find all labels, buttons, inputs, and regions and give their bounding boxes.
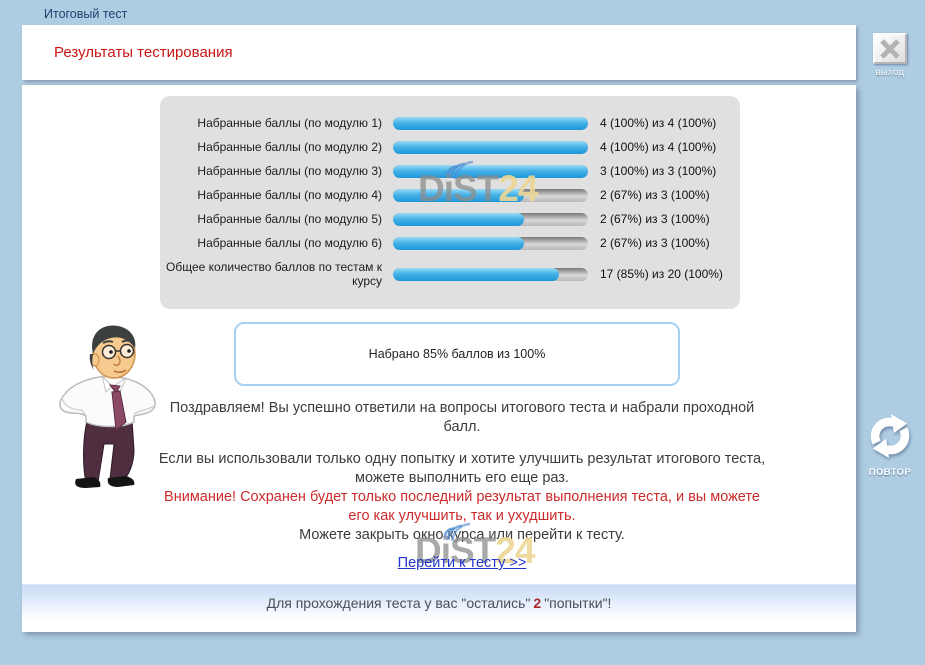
message-retry-info: Если вы использовали только одну попытку… (152, 450, 772, 488)
row-label: Набранные баллы (по модулю 6) (160, 236, 393, 250)
module-score-list: Набранные баллы (по модулю 1) 4 (100%) и… (160, 116, 740, 288)
progress-fill (393, 165, 588, 178)
row-label: Набранные баллы (по модулю 1) (160, 116, 393, 130)
attempts-bar: Для прохождения теста у вас "остались" 2… (22, 584, 856, 621)
row-label: Набранные баллы (по модулю 4) (160, 188, 393, 202)
score-row: Набранные баллы (по модулю 6) 2 (67%) из… (160, 236, 740, 250)
score-row: Набранные баллы (по модулю 5) 2 (67%) из… (160, 212, 740, 226)
header-bar: Результаты тестирования (22, 25, 856, 80)
score-row: Общее количество баллов по тестам к курс… (160, 260, 740, 288)
link-row: Перейти к тесту >> (152, 554, 772, 572)
exit-button-label: выход (864, 67, 916, 78)
message-close-info: Можете закрыть окно курса или перейти к … (152, 526, 772, 545)
score-row: Набранные баллы (по модулю 2) 4 (100%) и… (160, 140, 740, 154)
message-congrats: Поздравляем! Вы успешно ответили на вопр… (152, 399, 772, 437)
row-value: 2 (67%) из 3 (100%) (588, 236, 710, 250)
progress-fill (393, 117, 588, 130)
row-label: Общее количество баллов по тестам к курс… (160, 260, 393, 288)
row-value: 4 (100%) из 4 (100%) (588, 140, 716, 154)
results-panel: Набранные баллы (по модулю 1) 4 (100%) и… (160, 96, 740, 309)
repeat-button-label: ПОВТОР (864, 467, 916, 478)
progress-bar (393, 189, 588, 202)
attempts-count: 2 (533, 595, 541, 611)
row-label: Набранные баллы (по модулю 3) (160, 164, 393, 178)
attempts-text-prefix: Для прохождения теста у вас "остались" (267, 595, 531, 611)
progress-fill (393, 213, 524, 226)
progress-fill (393, 189, 524, 202)
row-value: 2 (67%) из 3 (100%) (588, 188, 710, 202)
score-summary-text: Набрано 85% баллов из 100% (369, 347, 546, 361)
test-results-page: Итоговый тест Результаты тестирования вы… (0, 0, 925, 665)
page-title: Результаты тестирования (54, 44, 233, 61)
score-row: Набранные баллы (по модулю 1) 4 (100%) и… (160, 116, 740, 130)
row-label: Набранные баллы (по модулю 5) (160, 212, 393, 226)
score-summary-box: Набрано 85% баллов из 100% (234, 322, 680, 386)
close-icon[interactable] (873, 33, 907, 64)
row-label: Набранные баллы (по модулю 2) (160, 140, 393, 154)
progress-fill (393, 141, 588, 154)
go-to-test-link[interactable]: Перейти к тесту >> (398, 555, 527, 571)
row-value: 2 (67%) из 3 (100%) (588, 212, 710, 226)
exit-button[interactable]: выход (864, 33, 916, 78)
repeat-button[interactable]: ПОВТОР (864, 413, 916, 478)
progress-fill (393, 237, 524, 250)
row-value: 4 (100%) из 4 (100%) (588, 116, 716, 130)
refresh-icon[interactable] (867, 413, 913, 459)
mascot-image (48, 322, 168, 512)
progress-bar (393, 213, 588, 226)
message-warning: Внимание! Сохранен будет только последни… (152, 488, 772, 526)
progress-bar (393, 237, 588, 250)
progress-bar (393, 165, 588, 178)
progress-bar (393, 141, 588, 154)
row-value: 17 (85%) из 20 (100%) (588, 267, 723, 281)
window-title: Итоговый тест (44, 7, 127, 21)
content-panel: Набранные баллы (по модулю 1) 4 (100%) и… (22, 85, 856, 632)
attempts-text-suffix: "попытки"! (544, 595, 611, 611)
score-row: Набранные баллы (по модулю 3) 3 (100%) и… (160, 164, 740, 178)
progress-bar (393, 117, 588, 130)
row-value: 3 (100%) из 3 (100%) (588, 164, 716, 178)
progress-fill (393, 268, 559, 281)
score-row: Набранные баллы (по модулю 4) 2 (67%) из… (160, 188, 740, 202)
result-messages: Поздравляем! Вы успешно ответили на вопр… (152, 399, 772, 545)
progress-bar (393, 268, 588, 281)
